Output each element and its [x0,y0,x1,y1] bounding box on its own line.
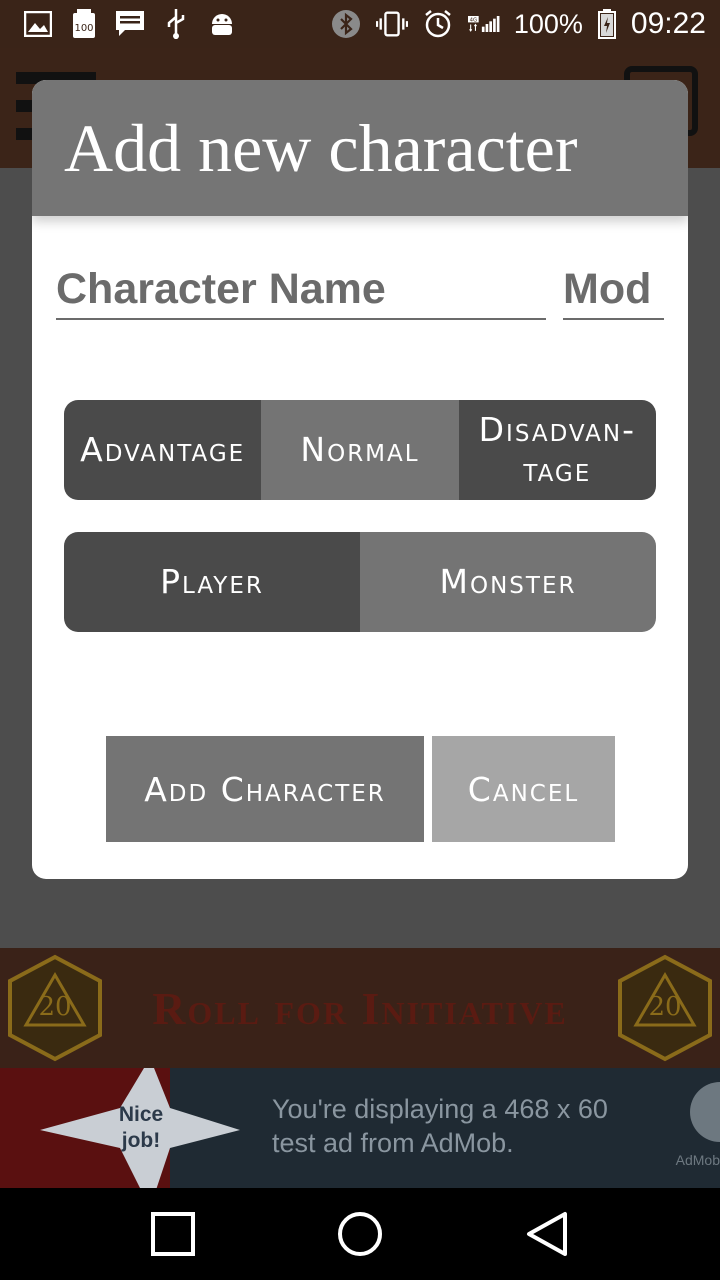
advantage-button[interactable]: Advantage [64,400,262,500]
usb-icon [160,8,192,40]
gallery-icon [22,8,54,40]
home-icon[interactable] [330,1204,390,1264]
back-icon[interactable] [517,1204,577,1264]
input-row [56,260,664,320]
disadvantage-button[interactable]: Disadvan- tage [458,400,656,500]
ad-info-icon[interactable] [690,1082,720,1142]
add-character-button[interactable]: Add Character [106,736,424,842]
monster-button[interactable]: Monster [360,532,656,632]
signal-4g-icon: 4G [467,8,500,40]
add-character-dialog: Add new character Advantage Normal Disad… [32,80,688,879]
ad-line-2: test ad from AdMob. [272,1128,514,1158]
svg-text:20: 20 [38,992,71,1022]
player-button[interactable]: Player [64,532,360,632]
system-status: 4G 100% 09:22 [330,7,706,41]
recents-icon[interactable] [143,1204,203,1264]
alarm-icon [422,8,454,40]
battery-icon [597,8,617,40]
mod-input[interactable] [563,260,664,320]
notification-icons: 100 [22,8,238,40]
dialog-header: Add new character [32,80,688,216]
status-bar: 100 4G 100% 09:22 [0,0,720,48]
normal-button[interactable]: Normal [261,400,459,500]
d20-left-icon: 20 [8,954,102,1062]
character-type-selector: Player Monster [64,532,656,632]
android-debug-icon [206,8,238,40]
storage-100-icon: 100 [68,8,100,40]
navigation-bar [0,1188,720,1280]
cancel-button[interactable]: Cancel [432,736,615,842]
roll-mode-selector: Advantage Normal Disadvan- tage [64,400,656,500]
svg-text:4G: 4G [469,17,477,23]
banner-title: Roll for Initiative [152,982,568,1034]
dialog-actions: Add Character Cancel [106,736,615,842]
vibrate-icon [375,8,408,40]
bluetooth-icon [330,8,362,40]
ad-badge-text: Nice job! [118,1103,164,1152]
dialog-title: Add new character [64,109,578,186]
ad-message: You're displaying a 468 x 60 test ad fro… [272,1092,608,1160]
clock: 09:22 [630,7,706,40]
d20-right-icon: 20 [618,954,712,1062]
svg-text:100: 100 [74,23,93,34]
ad-brand: AdMob [675,1152,720,1168]
banner: 20 Roll for Initiative 20 [0,948,720,1068]
ad-banner[interactable]: Nice job! You're displaying a 468 x 60 t… [0,1068,720,1188]
ad-line-1: You're displaying a 468 x 60 [272,1094,608,1124]
svg-text:20: 20 [648,992,681,1022]
battery-percent: 100% [513,8,583,39]
character-name-input[interactable] [56,260,546,320]
message-icon [114,8,146,40]
